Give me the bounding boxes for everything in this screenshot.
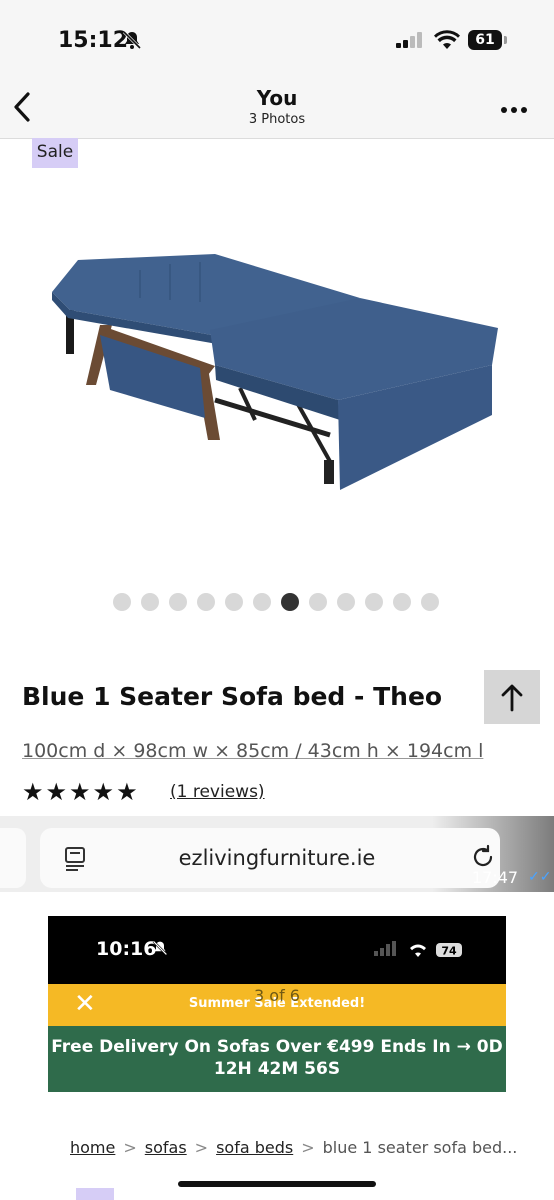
- product-title: Blue 1 Seater Sofa bed - Theo: [22, 682, 443, 711]
- carousel-dot[interactable]: [113, 593, 131, 611]
- photo-counter: 3 of 6: [254, 986, 300, 1005]
- home-indicator[interactable]: [178, 1181, 376, 1187]
- carousel-dot[interactable]: [421, 593, 439, 611]
- photo-nav-bar: You 3 Photos: [0, 80, 554, 139]
- breadcrumb-home[interactable]: home: [70, 1138, 115, 1157]
- breadcrumb-separator: >: [194, 1138, 209, 1157]
- breadcrumb-separator: >: [123, 1138, 137, 1157]
- carousel-dot[interactable]: [253, 593, 271, 611]
- status-bar: 15:12 61: [0, 0, 554, 80]
- delivery-banner[interactable]: Free Delivery On Sofas Over €499 Ends In…: [48, 1026, 506, 1092]
- cellular-signal-icon: [396, 32, 424, 53]
- more-options-icon[interactable]: [500, 102, 528, 120]
- battery-indicator: 61: [468, 30, 502, 50]
- carousel-dot[interactable]: [393, 593, 411, 611]
- promo-banner: ✕ Summer Sale Extended! 3 of 6: [48, 984, 506, 1026]
- breadcrumb-current: blue 1 seater sofa bed...: [322, 1138, 518, 1157]
- embedded-battery: 74: [441, 945, 457, 958]
- embedded-bell-slash-icon: [152, 940, 168, 959]
- embedded-sale-badge: [76, 1188, 114, 1200]
- carousel-dot[interactable]: [225, 593, 243, 611]
- embedded-screenshot: 10:16 74 ✕ Summer Sale Extended! 3 of 6 …: [48, 916, 506, 1092]
- star-rating: ★★★★★: [22, 779, 140, 806]
- embedded-time: 10:16: [96, 938, 157, 960]
- carousel-dot[interactable]: [337, 593, 355, 611]
- carousel-dot[interactable]: [365, 593, 383, 611]
- breadcrumb-sofas[interactable]: sofas: [145, 1138, 187, 1157]
- breadcrumb-separator: >: [301, 1138, 315, 1157]
- carousel-dot[interactable]: [141, 593, 159, 611]
- bell-slash-icon: [122, 30, 142, 55]
- wifi-icon: [434, 30, 460, 55]
- carousel-indicator[interactable]: [113, 593, 439, 611]
- arrow-up-icon: [501, 684, 523, 712]
- status-time: 15:12: [58, 28, 129, 53]
- battery-tip: [504, 36, 507, 44]
- product-dimensions[interactable]: 100cm d × 98cm w × 85cm / 43cm h × 194cm…: [22, 740, 483, 762]
- embedded-status-icons: 74: [374, 940, 470, 965]
- message-timestamp: 17:47: [472, 868, 519, 887]
- nav-title: You: [256, 86, 298, 110]
- read-receipt-icon: ✓✓: [528, 868, 552, 884]
- carousel-dot[interactable]: [197, 593, 215, 611]
- scroll-to-top-button[interactable]: [484, 670, 540, 724]
- carousel-dot[interactable]: [309, 593, 327, 611]
- product-image-sofa-bed: [40, 240, 510, 505]
- carousel-dot[interactable]: [169, 593, 187, 611]
- breadcrumb-sofa-beds[interactable]: sofa beds: [216, 1138, 293, 1157]
- embedded-status-bar: 10:16 74: [48, 916, 506, 984]
- sale-badge: Sale: [32, 138, 78, 168]
- carousel-dot-active[interactable]: [281, 593, 299, 611]
- nav-subtitle: 3 Photos: [248, 112, 306, 127]
- reviews-link[interactable]: (1 reviews): [170, 782, 265, 802]
- breadcrumb: home > sofas > sofa beds > blue 1 seater sofa …: [70, 1138, 517, 1157]
